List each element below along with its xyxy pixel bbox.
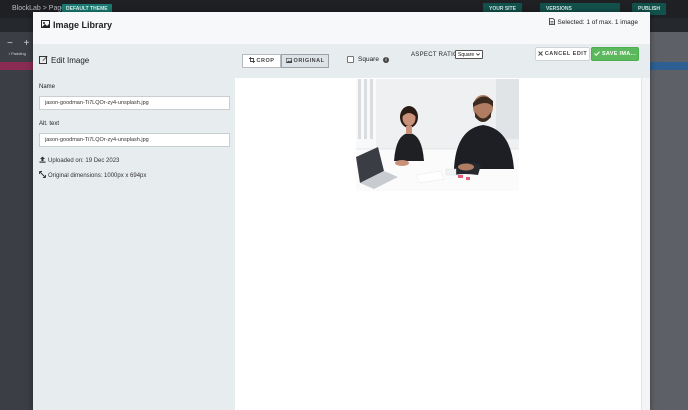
- background-right-area: [650, 32, 688, 410]
- image-preview-photo: [356, 79, 519, 191]
- upload-date: Uploaded on: 19 Dec 2023: [39, 156, 119, 165]
- background-zoom-controls: − +: [7, 38, 34, 49]
- background-sidebar: [0, 32, 33, 410]
- edit-icon: [39, 55, 48, 66]
- image-preview[interactable]: [356, 79, 519, 191]
- background-breadcrumb: BlockLab > Page: [12, 5, 66, 12]
- edit-image-title-text: Edit Image: [51, 56, 90, 65]
- modal-header: Image Library Selected: 1 of max. 1 imag…: [33, 12, 650, 44]
- expand-icon: [39, 171, 46, 180]
- image-library-modal: Image Library Selected: 1 of max. 1 imag…: [33, 12, 650, 410]
- save-image-label: SAVE IMA...: [601, 51, 637, 57]
- original-dimensions-text: Original dimensions: 1000px x 694px: [48, 172, 147, 179]
- crop-icon: [248, 57, 255, 65]
- crop-label: CROP: [256, 58, 275, 64]
- selection-status: Selected: 1 of max. 1 image: [549, 18, 638, 27]
- aspect-ratio-label: ASPECT RATIO: [411, 52, 459, 58]
- background-padding-label: ↕ Padding: [8, 51, 26, 56]
- editor-toolbar: CROP ORIGINAL Square i ASPECT RATIO Squa…: [235, 44, 650, 78]
- info-icon[interactable]: i: [382, 56, 389, 63]
- close-icon: [537, 50, 543, 58]
- square-checkbox[interactable]: [347, 56, 354, 63]
- square-label: Square: [358, 56, 379, 63]
- aspect-ratio-value: Square: [458, 51, 475, 58]
- cancel-edit-button[interactable]: CANCEL EDIT: [535, 47, 590, 61]
- file-icon: [549, 18, 556, 27]
- edit-image-title: Edit Image: [39, 55, 89, 66]
- original-label: ORIGINAL: [293, 58, 325, 64]
- upload-date-text: Uploaded on: 19 Dec 2023: [48, 157, 120, 164]
- aspect-ratio-select[interactable]: Square: [455, 50, 484, 59]
- image-editor: CROP ORIGINAL Square i ASPECT RATIO Squa…: [235, 44, 650, 410]
- name-input[interactable]: [39, 96, 230, 110]
- save-image-button[interactable]: SAVE IMA...: [591, 47, 639, 61]
- background-selection-bar: [650, 62, 688, 70]
- alt-text-input[interactable]: [39, 133, 230, 147]
- image-icon: [41, 20, 50, 30]
- check-icon: [594, 50, 600, 58]
- background-highlight: [0, 62, 33, 70]
- original-dimensions: Original dimensions: 1000px x 694px: [39, 171, 146, 180]
- square-option: Square i: [347, 56, 389, 63]
- modal-title-text: Image Library: [53, 20, 113, 30]
- name-label: Name: [39, 84, 56, 90]
- canvas-scrollbar[interactable]: [641, 78, 650, 410]
- chevron-down-icon: [476, 52, 481, 58]
- modal-title: Image Library: [41, 20, 112, 30]
- alt-text-label: Alt. text: [39, 121, 60, 127]
- cancel-edit-label: CANCEL EDIT: [544, 51, 588, 57]
- crop-button[interactable]: CROP: [242, 54, 281, 68]
- upload-icon: [39, 156, 46, 165]
- image-icon: [285, 57, 292, 65]
- original-button[interactable]: ORIGINAL: [281, 54, 329, 68]
- selection-status-text: Selected: 1 of max. 1 image: [557, 19, 638, 26]
- edit-image-panel: Edit Image Name Alt. text Uploaded on: 1…: [33, 44, 235, 410]
